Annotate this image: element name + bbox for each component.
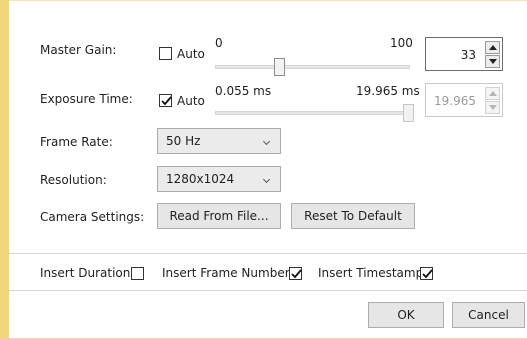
frame-rate-label: Frame Rate: — [40, 135, 113, 149]
chevron-down-icon — [262, 137, 271, 146]
exposure-time-decrement-button[interactable] — [485, 101, 500, 114]
master-gain-decrement-button[interactable] — [485, 55, 500, 68]
master-gain-slider-track[interactable] — [215, 65, 410, 69]
camera-settings-label: Camera Settings: — [40, 210, 145, 224]
master-gain-value: 33 — [460, 48, 476, 62]
resolution-label: Resolution: — [40, 173, 107, 187]
ok-button[interactable]: OK — [368, 302, 444, 328]
exposure-time-min-label: 0.055 ms — [215, 84, 272, 98]
arrow-down-icon — [489, 59, 497, 64]
exposure-time-slider-thumb[interactable] — [403, 104, 414, 122]
master-gain-label: Master Gain: — [40, 43, 117, 57]
arrow-up-icon — [489, 91, 497, 96]
exposure-time-auto-checkbox[interactable] — [159, 94, 172, 107]
camera-settings-dialog: Master Gain: Auto 0 100 33 Exposure Time… — [0, 0, 527, 339]
resolution-dropdown[interactable]: 1280x1024 — [157, 166, 281, 192]
arrow-down-icon — [489, 105, 497, 110]
insert-frame-number-checkbox[interactable] — [289, 267, 302, 280]
insert-duration-label: Insert Duration — [40, 266, 131, 280]
master-gain-auto-label: Auto — [177, 47, 205, 61]
master-gain-spinbox[interactable]: 33 — [425, 37, 503, 71]
exposure-time-max-label: 19.965 ms — [356, 84, 420, 98]
exposure-time-label: Exposure Time: — [40, 92, 133, 106]
exposure-time-spinbox[interactable]: 19.965 — [425, 83, 503, 117]
master-gain-min-label: 0 — [215, 36, 223, 50]
checkmark-icon — [291, 269, 302, 279]
footer-separator — [9, 290, 527, 291]
insert-timestamp-checkbox[interactable] — [420, 267, 433, 280]
checkmark-icon — [161, 96, 172, 106]
insert-timestamp-label: Insert Timestamp — [318, 266, 424, 280]
exposure-time-slider-track[interactable] — [215, 111, 410, 115]
master-gain-auto-checkbox[interactable] — [159, 47, 172, 60]
master-gain-max-label: 100 — [390, 36, 413, 50]
cancel-button[interactable]: Cancel — [452, 302, 525, 328]
frame-rate-selected: 50 Hz — [166, 134, 201, 148]
insert-duration-checkbox[interactable] — [131, 267, 144, 280]
checkmark-icon — [422, 269, 433, 279]
exposure-time-value: 19.965 — [434, 94, 476, 108]
arrow-up-icon — [489, 45, 497, 50]
reset-to-default-button[interactable]: Reset To Default — [291, 203, 415, 229]
read-from-file-button[interactable]: Read From File... — [157, 203, 281, 229]
master-gain-slider-thumb[interactable] — [274, 58, 285, 76]
window-accent-border — [0, 0, 9, 339]
master-gain-increment-button[interactable] — [485, 41, 500, 54]
exposure-time-increment-button[interactable] — [485, 87, 500, 100]
insert-frame-number-label: Insert Frame Number — [162, 266, 290, 280]
frame-rate-dropdown[interactable]: 50 Hz — [157, 128, 281, 154]
resolution-selected: 1280x1024 — [166, 172, 235, 186]
exposure-time-auto-label: Auto — [177, 94, 205, 108]
options-separator — [9, 253, 527, 254]
top-border — [9, 0, 527, 1]
chevron-down-icon — [262, 175, 271, 184]
